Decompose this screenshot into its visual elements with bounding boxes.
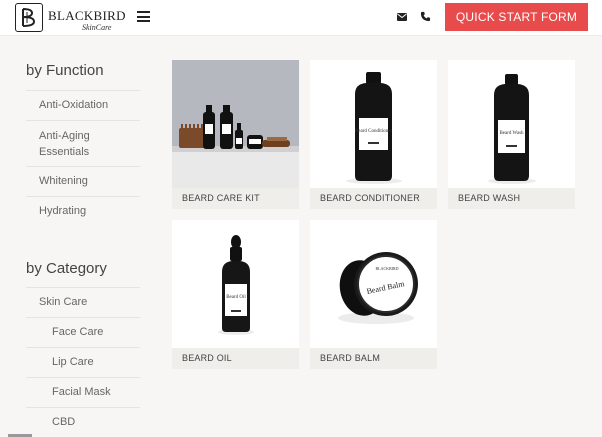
- product-image: Beard Conditioner: [310, 60, 437, 188]
- sidebar-item-facial-mask[interactable]: Facial Mask: [26, 377, 140, 407]
- sidebar-item-lip-care[interactable]: Lip Care: [26, 347, 140, 377]
- product-name[interactable]: BEARD WASH: [448, 188, 575, 209]
- sidebar-item-anti-oxidation[interactable]: Anti-Oxidation: [26, 90, 140, 120]
- brand-logo[interactable]: BLACKBIRD SkinCare: [15, 3, 126, 33]
- sidebar-item-cbd[interactable]: CBD: [26, 407, 140, 437]
- logo-mark-icon: [15, 3, 43, 32]
- product-card-beard-wash[interactable]: Beard Wash BEARD WASH: [448, 60, 575, 209]
- brand-name: BLACKBIRD: [48, 8, 126, 23]
- product-image: Beard Oil: [172, 220, 299, 348]
- bottle-label: Beard Conditioner: [355, 129, 392, 134]
- product-name[interactable]: BEARD OIL: [172, 348, 299, 369]
- phone-icon[interactable]: [420, 11, 431, 22]
- quick-start-form-button[interactable]: QUICK START FORM: [445, 3, 588, 31]
- product-card-beard-oil[interactable]: Beard Oil BEARD OIL: [172, 220, 299, 369]
- function-heading: by Function: [26, 62, 104, 79]
- top-bar: BLACKBIRD SkinCare QUICK START FORM: [0, 0, 602, 36]
- sidebar-item-whitening[interactable]: Whitening: [26, 166, 140, 196]
- jar-brand-mark: BLACKBIRD: [375, 266, 398, 271]
- product-image: Beard Wash: [448, 60, 575, 188]
- menu-icon[interactable]: [137, 11, 150, 22]
- product-name[interactable]: BEARD CONDITIONER: [310, 188, 437, 209]
- product-image: BLACKBIRD Beard Balm: [310, 220, 437, 348]
- mail-icon[interactable]: [397, 13, 407, 21]
- product-name[interactable]: BEARD BALM: [310, 348, 437, 369]
- product-name[interactable]: BEARD CARE KIT: [172, 188, 299, 209]
- bottle-label: Beard Oil: [226, 295, 246, 300]
- brand-tagline: SkinCare: [82, 23, 112, 32]
- sidebar-item-hydrating[interactable]: Hydrating: [26, 196, 140, 226]
- product-image: [172, 60, 299, 188]
- product-card-beard-conditioner[interactable]: Beard Conditioner BEARD CONDITIONER: [310, 60, 437, 209]
- product-card-beard-balm[interactable]: BLACKBIRD Beard Balm BEARD BALM: [310, 220, 437, 369]
- category-heading: by Category: [26, 260, 107, 277]
- sidebar-item-face-care[interactable]: Face Care: [26, 317, 140, 347]
- sidebar-item-anti-aging-essentials[interactable]: Anti-Aging Essentials: [26, 120, 140, 166]
- sidebar-item-skin-care[interactable]: Skin Care: [26, 287, 140, 317]
- product-card-beard-care-kit[interactable]: BEARD CARE KIT: [172, 60, 299, 209]
- bottle-label: Beard Wash: [499, 131, 524, 136]
